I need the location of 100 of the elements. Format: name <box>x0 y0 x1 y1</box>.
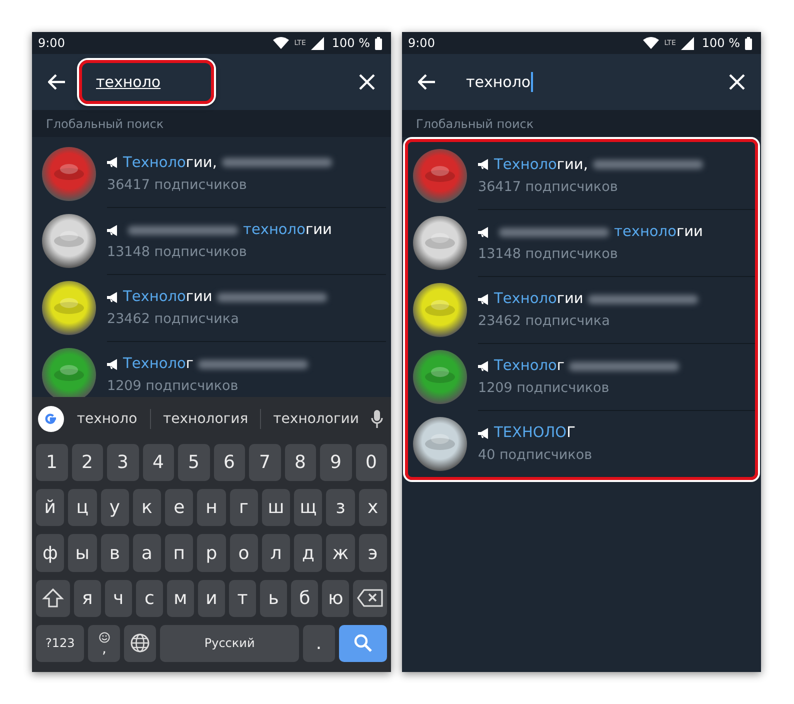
title-text: гии, <box>186 154 217 170</box>
keyboard-key[interactable]: 1 <box>36 444 68 482</box>
shift-key[interactable] <box>36 580 70 617</box>
close-icon[interactable] <box>359 74 375 90</box>
keyboard-key[interactable]: 5 <box>178 444 210 482</box>
keyboard-key[interactable]: . <box>302 624 335 662</box>
word-suggestion[interactable]: техноло <box>76 410 138 426</box>
globe-icon <box>130 633 150 654</box>
result-item[interactable]: технологии 13148 подписчиков <box>37 207 386 274</box>
status-time: 9:00 <box>38 36 65 50</box>
language-key[interactable] <box>124 624 156 662</box>
megaphone-icon <box>478 226 490 238</box>
title-text: г <box>186 356 194 372</box>
keyboard-key[interactable]: р <box>197 534 226 572</box>
microphone-icon[interactable] <box>371 410 383 428</box>
search-key[interactable] <box>338 624 388 662</box>
keyboard-key[interactable]: в <box>100 534 129 572</box>
battery-icon <box>375 36 382 50</box>
subscriber-count: 23462 подписчика <box>107 311 240 327</box>
result-item[interactable]: ТЕХНОЛОГ 40 подписчиков <box>408 410 755 477</box>
keyboard-key[interactable]: и <box>198 580 226 617</box>
word-suggestion[interactable]: технологии <box>273 410 359 426</box>
battery-icon <box>745 36 752 50</box>
keyboard-key[interactable]: щ <box>294 489 322 526</box>
back-arrow-icon[interactable] <box>418 74 436 90</box>
keyboard-key[interactable]: 2 <box>72 444 103 482</box>
result-item[interactable]: Технологии 23462 подписчика <box>408 276 755 343</box>
keyboard-key[interactable]: 4 <box>142 444 174 482</box>
megaphone-icon <box>478 159 490 170</box>
keyboard-key[interactable]: е <box>165 489 194 526</box>
keyboard-key[interactable]: э <box>358 534 387 572</box>
keyboard-key[interactable]: п <box>165 534 194 572</box>
subscriber-count: 23462 подписчика <box>478 313 611 329</box>
keyboard-key[interactable]: ц <box>68 489 97 526</box>
keyboard-key[interactable]: й <box>36 489 64 526</box>
backspace-icon <box>357 589 384 608</box>
smiley-icon <box>98 632 110 643</box>
title-text: гии <box>676 224 703 240</box>
megaphone-icon <box>107 358 119 370</box>
matched-text: Техноло <box>494 156 557 172</box>
result-item[interactable]: технологии 13148 подписчиков <box>408 209 755 276</box>
keyboard-key[interactable]: 0 <box>356 444 387 482</box>
keyboard-key[interactable]: ы <box>68 534 97 572</box>
matched-text: техноло <box>243 222 306 238</box>
signal-icon <box>310 36 324 50</box>
keyboard-key[interactable]: л <box>262 534 290 572</box>
keyboard-key[interactable]: ж <box>326 534 355 572</box>
keyboard-key[interactable]: н <box>197 489 226 526</box>
title-text: гии <box>186 289 212 305</box>
search-field[interactable]: техноло <box>449 59 550 105</box>
keyboard-key[interactable]: 6 <box>214 444 245 482</box>
keyboard-key[interactable]: 7 <box>249 444 280 482</box>
matched-text: Техноло <box>123 356 186 372</box>
keyboard-key[interactable]: д <box>294 534 322 572</box>
google-logo-icon[interactable] <box>38 406 64 432</box>
section-header: Глобальный поиск <box>32 110 391 137</box>
keyboard-key[interactable]: б <box>291 580 318 617</box>
megaphone-icon <box>478 360 490 372</box>
symbols-key[interactable]: ?123 <box>36 624 84 662</box>
result-item[interactable]: Технологии, 36417 подписчиков <box>37 140 386 207</box>
space-key[interactable]: Русский <box>160 624 299 662</box>
word-suggestion[interactable]: технология <box>162 410 248 426</box>
subscriber-count: 1209 подписчиков <box>478 380 610 396</box>
keyboard-key[interactable]: к <box>132 489 162 526</box>
keyboard-key[interactable]: 3 <box>107 444 138 482</box>
status-time: 9:00 <box>408 36 435 50</box>
keyboard-key[interactable]: с <box>136 580 163 617</box>
megaphone-icon <box>107 157 119 168</box>
keyboard-key[interactable]: т <box>229 580 256 617</box>
keyboard-key[interactable]: ч <box>104 580 132 617</box>
keyboard-key[interactable]: ю <box>322 580 350 617</box>
emoji-comma-key[interactable]: , <box>88 624 120 662</box>
backspace-key[interactable] <box>353 580 388 617</box>
result-item[interactable]: Технологии, 36417 подписчиков <box>408 142 755 209</box>
keyboard-key[interactable]: 8 <box>284 444 316 482</box>
close-icon[interactable] <box>729 74 745 90</box>
megaphone-icon <box>107 292 119 302</box>
keyboard-key[interactable]: а <box>132 534 162 572</box>
back-arrow-icon[interactable] <box>48 74 66 90</box>
search-field[interactable]: техноло <box>79 60 214 104</box>
keyboard-key[interactable]: я <box>74 580 101 617</box>
keyboard-key[interactable]: о <box>230 534 258 572</box>
title-text: Г <box>566 425 576 441</box>
section-header: Глобальный поиск <box>402 110 761 137</box>
keyboard-key[interactable]: з <box>326 489 355 526</box>
shift-arrow-icon <box>42 588 64 608</box>
keyboard-key[interactable]: г <box>230 489 258 526</box>
keyboard-key[interactable]: ф <box>36 534 64 572</box>
title-text: г <box>556 358 564 374</box>
result-item[interactable]: Технологии 23462 подписчика <box>37 274 386 341</box>
keyboard-key[interactable]: 9 <box>320 444 352 482</box>
result-item[interactable]: Технолог 1209 подписчиков <box>408 343 755 410</box>
megaphone-icon <box>478 294 490 304</box>
keyboard-key[interactable]: у <box>100 489 129 526</box>
keyboard-key[interactable]: м <box>166 580 194 617</box>
keyboard-key[interactable]: х <box>358 489 387 526</box>
keyboard-key[interactable]: ь <box>260 580 288 617</box>
battery-percent: 100 % <box>702 36 740 50</box>
result-item[interactable]: Технолог 1209 подписчиков <box>37 341 386 397</box>
keyboard-key[interactable]: ш <box>262 489 290 526</box>
